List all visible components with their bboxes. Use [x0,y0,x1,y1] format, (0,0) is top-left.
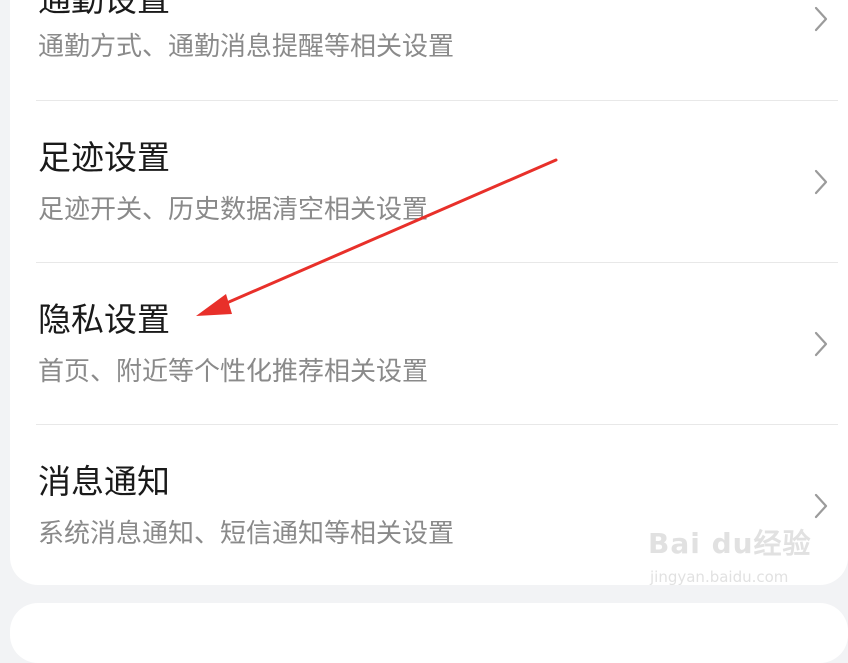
settings-item-title: 消息通知 [38,462,170,501]
settings-item-commute[interactable]: 通勤设置 通勤方式、通勤消息提醒等相关设置 [0,0,848,100]
chevron-right-icon [814,169,828,195]
chevron-right-icon [814,331,828,357]
next-settings-card [10,603,848,663]
settings-item-footprint[interactable]: 足迹设置 足迹开关、历史数据清空相关设置 [0,101,848,263]
settings-item-description: 系统消息通知、短信通知等相关设置 [38,519,455,549]
settings-item-privacy[interactable]: 隐私设置 首页、附近等个性化推荐相关设置 [0,263,848,425]
chevron-right-icon [814,493,828,519]
settings-item-title: 通勤设置 [38,0,170,20]
settings-item-description: 首页、附近等个性化推荐相关设置 [38,357,429,387]
settings-item-title: 足迹设置 [38,138,170,177]
watermark-url: jingyan.baidu.com [650,568,789,586]
settings-item-description: 足迹开关、历史数据清空相关设置 [38,195,429,225]
watermark: Bai du经验 jingyan.baidu.com [648,522,811,592]
settings-item-description: 通勤方式、通勤消息提醒等相关设置 [38,32,455,62]
chevron-right-icon [814,6,828,32]
watermark-logo: Bai du经验 [648,527,812,560]
settings-item-title: 隐私设置 [38,300,170,339]
